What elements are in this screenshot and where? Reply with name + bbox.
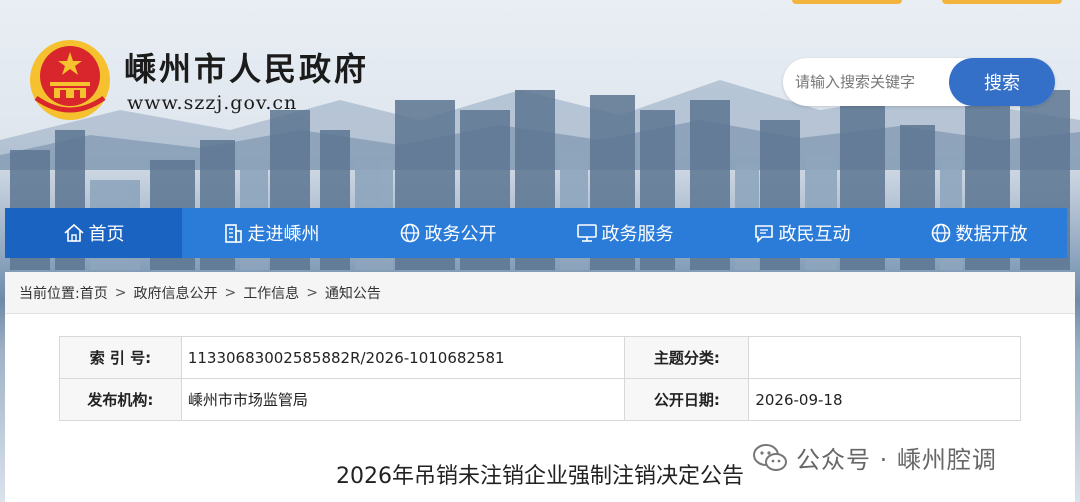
breadcrumb-separator: > — [306, 284, 318, 301]
monitor-icon — [576, 224, 597, 242]
nav-item-label: 走进嵊州 — [247, 224, 320, 245]
top-tab-left[interactable] — [792, 0, 902, 4]
search-button[interactable]: 搜索 — [949, 58, 1055, 106]
nav-item-gov-services[interactable]: 政务服务 — [536, 208, 713, 258]
date-value: 2026-09-18 — [748, 378, 1021, 421]
home-icon — [63, 223, 84, 242]
breadcrumb-prefix: 当前位置: — [19, 285, 80, 302]
date-label: 公开日期: — [624, 378, 750, 421]
breadcrumb-separator: > — [114, 284, 127, 301]
topic-label: 主题分类: — [624, 336, 750, 379]
top-tab-right[interactable] — [942, 0, 1062, 4]
site-title: 嵊州市人民政府 — [124, 50, 370, 88]
search-box: 搜索 — [783, 58, 1055, 106]
nav-item-label: 首页 — [88, 224, 125, 245]
nav-item-gov-affairs[interactable]: 政务公开 — [359, 208, 536, 258]
national-emblem-icon — [30, 40, 110, 120]
breadcrumb-separator: > — [224, 284, 237, 301]
nav-item-label: 政民互动 — [778, 224, 851, 245]
chat-icon — [754, 225, 773, 243]
publisher-value: 嵊州市市场监管局 — [180, 378, 626, 421]
site-url: www.szzj.gov.cn — [127, 92, 298, 114]
breadcrumb: 当前位置: 首页 > 政府信息公开 > 工作信息 > 通知公告 — [5, 272, 1075, 314]
breadcrumb-home[interactable]: 首页 — [80, 283, 108, 303]
nav-item-interaction[interactable]: 政民互动 — [713, 208, 890, 258]
index-label: 索 引 号: — [59, 336, 182, 379]
watermark-text: 公众号 · 嵊州腔调 — [796, 446, 997, 474]
nav-item-label: 政务服务 — [601, 224, 674, 245]
publisher-label: 发布机构: — [59, 378, 182, 421]
wechat-watermark: 公众号 · 嵊州腔调 — [752, 440, 997, 475]
main-nav: 首页 走进嵊州 政务公开 政务服务 政民互动 数据开放 — [5, 208, 1067, 258]
topic-value — [748, 336, 1021, 379]
globe-icon — [931, 223, 950, 243]
nav-item-about[interactable]: 走进嵊州 — [182, 208, 359, 258]
document-info-table: 索 引 号: 11330683002585882R/2026-101068258… — [59, 336, 1021, 421]
table-row: 索 引 号: 11330683002585882R/2026-101068258… — [59, 336, 1021, 379]
nav-item-label: 政务公开 — [424, 224, 497, 245]
search-input[interactable] — [795, 70, 955, 94]
wechat-icon — [753, 443, 787, 471]
globe-icon — [400, 223, 419, 243]
top-utility-tabs — [792, 0, 1062, 4]
breadcrumb-work-info[interactable]: 工作信息 — [243, 283, 299, 303]
nav-item-home[interactable]: 首页 — [5, 208, 182, 258]
building-icon — [224, 224, 242, 243]
table-row: 发布机构: 嵊州市市场监管局 公开日期: 2026-09-18 — [59, 378, 1021, 421]
breadcrumb-gov-info[interactable]: 政府信息公开 — [133, 283, 217, 303]
breadcrumb-notices[interactable]: 通知公告 — [325, 283, 381, 303]
nav-item-open-data[interactable]: 数据开放 — [890, 208, 1067, 258]
index-value: 11330683002585882R/2026-1010682581 — [180, 336, 626, 379]
nav-item-label: 数据开放 — [955, 224, 1028, 245]
